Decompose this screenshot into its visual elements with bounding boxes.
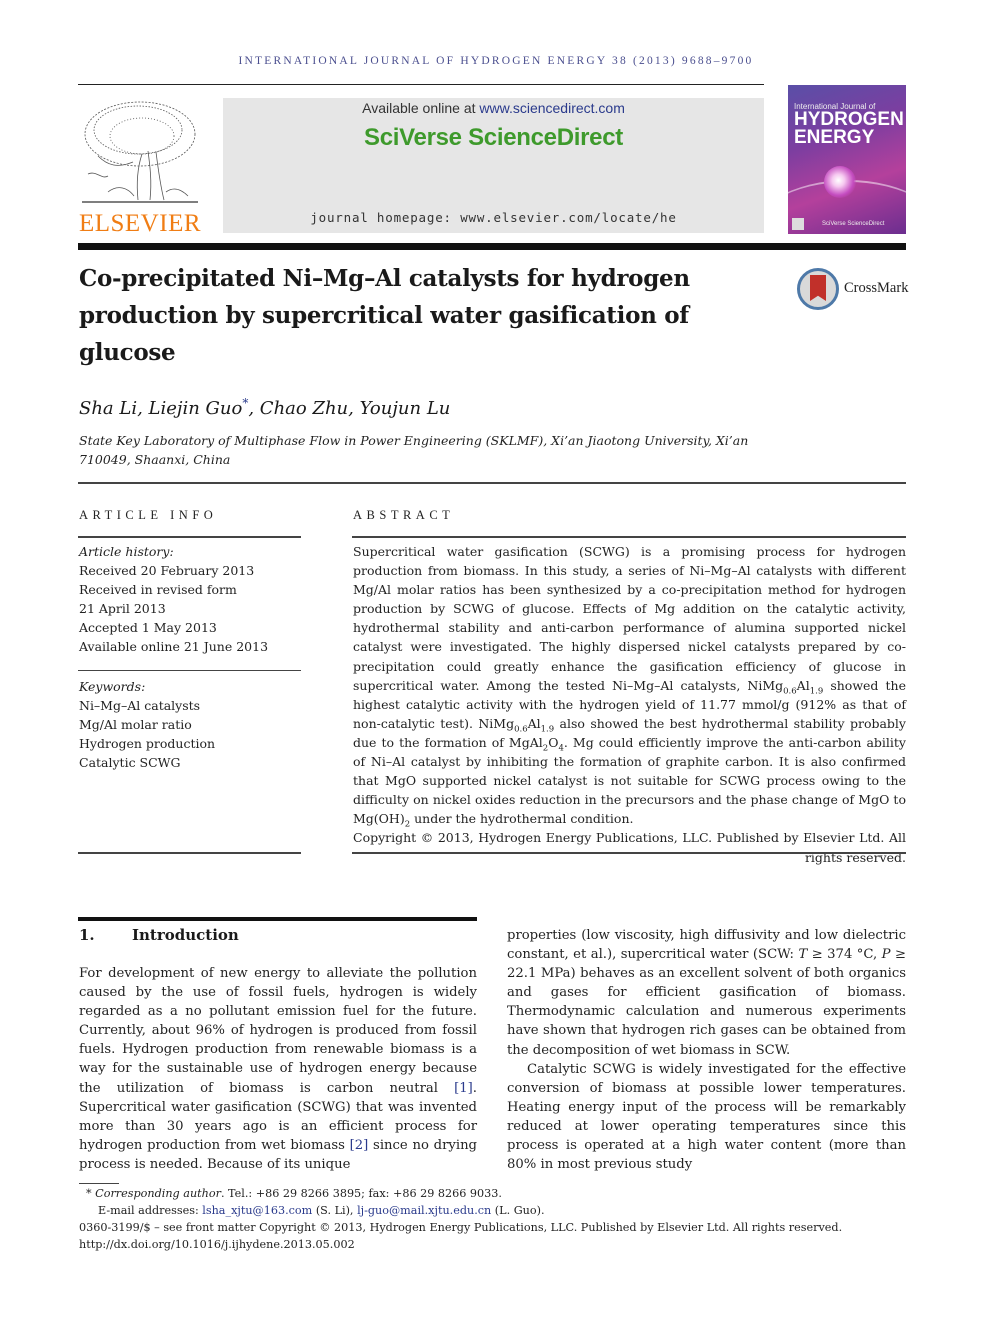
history-item: Received in revised form [79, 582, 237, 597]
article-history: Article history: Received 20 February 20… [79, 542, 301, 656]
introduction-left-column: For development of new energy to allevia… [79, 964, 477, 1174]
email-link[interactable]: lsha_xjtu@163.com [202, 1204, 312, 1217]
body-text: For development of new energy to allevia… [79, 966, 477, 1096]
article-history-label: Article history: [79, 544, 174, 559]
keyword-item: Mg/Al molar ratio [79, 717, 192, 732]
abstract-heading: ABSTRACT [353, 508, 455, 522]
article-info-bottom-divider [78, 852, 301, 854]
email-link[interactable]: lj-guo@mail.xjtu.edu.cn [357, 1204, 491, 1217]
body-text: ≥ 374 °C, [807, 947, 882, 963]
sciencedirect-link[interactable]: www.sciencedirect.com [479, 100, 625, 116]
copyright-notice: Copyright © 2013, Hydrogen Energy Public… [353, 830, 906, 865]
article-title: Co-precipitated Ni–Mg–Al catalysts for h… [79, 265, 690, 366]
abstract-text: Al [527, 715, 541, 731]
section-divider [78, 482, 906, 484]
subscript: 1.9 [540, 724, 555, 735]
section-number: 1. [79, 926, 95, 944]
citation-link[interactable]: [2] [350, 1138, 369, 1153]
article-info-heading: ARTICLE INFO [79, 508, 218, 522]
available-online-text: Available online at www.sciencedirect.co… [223, 100, 764, 116]
footnote-label: Corresponding author [95, 1187, 221, 1200]
homepage-link[interactable]: www.elsevier.com/locate/he [460, 210, 676, 225]
body-paragraph: For development of new energy to allevia… [79, 964, 477, 1174]
elsevier-wordmark: ELSEVIER [78, 210, 202, 237]
sciverse-sciencedirect-logo[interactable]: SciVerse ScienceDirect [223, 124, 764, 152]
abstract-text: O [548, 734, 559, 750]
email-label: E-mail addresses: [98, 1204, 203, 1217]
article-info-divider [78, 536, 301, 538]
email-owner: (S. Li), [312, 1204, 358, 1217]
doi-link[interactable]: http://dx.doi.org/10.1016/j.ijhydene.201… [79, 1236, 355, 1253]
crossmark-ribbon-icon [810, 275, 826, 301]
affiliation: State Key Laboratory of Multiphase Flow … [79, 433, 749, 467]
footnote-mark: * [86, 1187, 92, 1200]
homepage-label: journal homepage: [310, 210, 461, 225]
history-item: Accepted 1 May 2013 [79, 620, 217, 635]
journal-cover-image[interactable]: International Journal of HYDROGEN ENERGY… [788, 85, 906, 234]
front-matter-notice: 0360-3199/$ – see front matter Copyright… [79, 1221, 843, 1234]
crossmark-label: CrossMark [844, 280, 909, 296]
introduction-heading: 1. Introduction [79, 926, 239, 944]
footnote-divider [79, 1183, 119, 1184]
body-text: ≥ 22.1 MPa) behaves as an excellent solv… [507, 947, 906, 1058]
keyword-item: Hydrogen production [79, 736, 216, 751]
elsevier-logo[interactable]: ELSEVIER [78, 96, 202, 237]
sciencedirect-banner: Available online at www.sciencedirect.co… [223, 98, 764, 233]
available-online-prefix: Available online at [362, 100, 480, 116]
authors-prefix: Sha Li, Liejin Guo [79, 398, 243, 419]
abstract-paragraph: Supercritical water gasification (SCWG) … [353, 542, 906, 829]
header-divider [78, 243, 906, 250]
citation-link[interactable]: [1] [454, 1081, 473, 1096]
history-item: Received 20 February 2013 [79, 563, 255, 578]
keyword-item: Catalytic SCWG [79, 755, 181, 770]
cover-orb-icon [824, 166, 856, 198]
crossmark-icon [797, 268, 839, 310]
crossmark-button[interactable]: CrossMark [797, 268, 912, 310]
abstract-text: Al [796, 677, 810, 693]
history-item: Available online 21 June 2013 [79, 639, 269, 654]
abstract-bottom-divider [352, 852, 906, 854]
subscript: 1.9 [809, 686, 824, 697]
math-symbol: P [881, 947, 891, 963]
elsevier-tree-icon [82, 101, 198, 203]
keywords: Keywords: Ni–Mg–Al catalysts Mg/Al molar… [79, 677, 301, 772]
author-list: Sha Li, Liejin Guo*, Chao Zhu, Youjun Lu [79, 396, 450, 419]
cover-title-energy: ENERGY [794, 127, 875, 148]
running-head: INTERNATIONAL JOURNAL OF HYDROGEN ENERGY… [238, 55, 754, 67]
abstract-divider [352, 536, 906, 538]
body-paragraph: properties (low viscosity, high diffusiv… [507, 926, 906, 1060]
journal-homepage: journal homepage: www.elsevier.com/locat… [223, 210, 764, 225]
abstract-text: under the hydrothermal condition. [410, 811, 634, 827]
introduction-right-column: properties (low viscosity, high diffusiv… [507, 926, 906, 1174]
introduction-divider [78, 917, 477, 921]
subscript: 0.6 [514, 724, 528, 735]
footnote-contact: . Tel.: +86 29 8266 3895; fax: +86 29 82… [220, 1187, 502, 1200]
cover-publisher-icon [792, 218, 804, 230]
keywords-divider [78, 670, 301, 671]
email-owner: (L. Guo). [491, 1204, 545, 1217]
cover-footer: SciVerse ScienceDirect [822, 221, 885, 227]
corresponding-author-footnote: * Corresponding author. Tel.: +86 29 826… [86, 1185, 502, 1202]
keyword-item: Ni–Mg–Al catalysts [79, 698, 201, 713]
history-item: 21 April 2013 [79, 601, 166, 616]
authors-suffix: , Chao Zhu, Youjun Lu [248, 398, 451, 419]
section-title: Introduction [132, 926, 239, 944]
math-symbol: T [798, 947, 808, 963]
email-footnote: E-mail addresses: lsha_xjtu@163.com (S. … [98, 1202, 545, 1219]
abstract-body: Supercritical water gasification (SCWG) … [353, 542, 906, 867]
abstract-text: Supercritical water gasification (SCWG) … [353, 544, 906, 693]
keywords-label: Keywords: [79, 679, 146, 694]
subscript: 0.6 [783, 686, 797, 697]
body-paragraph: Catalytic SCWG is widely investigated fo… [507, 1061, 906, 1173]
top-divider [78, 84, 764, 85]
